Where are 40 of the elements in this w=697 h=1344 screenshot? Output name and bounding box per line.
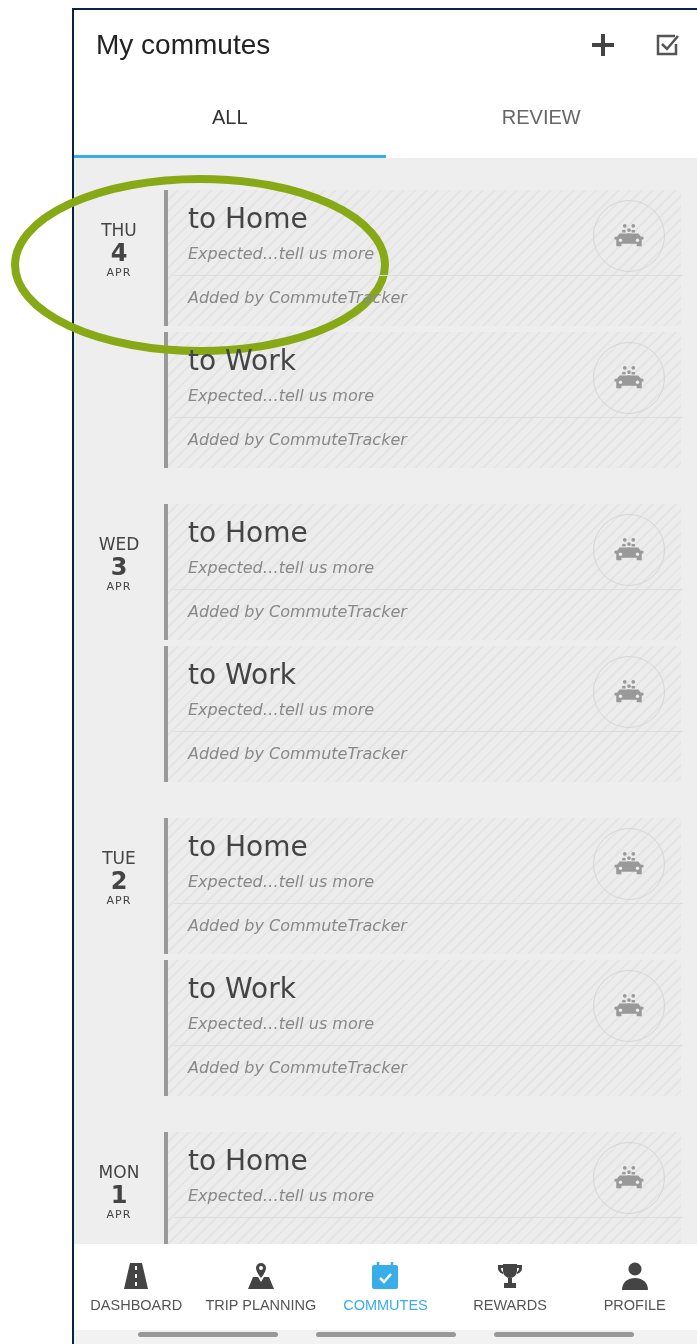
calendar-check-icon xyxy=(370,1261,401,1291)
commute-status: Expected…tell us more xyxy=(188,244,375,263)
month-label: APR xyxy=(106,1208,132,1221)
commute-source: Added by CommuteTracker xyxy=(188,430,407,449)
commute-card[interactable]: to Home Expected…tell us more Added by CommuteTracker xyxy=(164,504,681,640)
day-number: 2 xyxy=(110,868,128,894)
commute-title: to Work xyxy=(188,971,296,1007)
month-label: APR xyxy=(106,580,132,593)
weekday-label: MON xyxy=(98,1162,140,1182)
weekday-label: WED xyxy=(98,534,140,554)
commute-source: Added by CommuteTracker xyxy=(188,916,407,935)
day-number: 4 xyxy=(110,240,128,266)
commute-status: Expected…tell us more xyxy=(188,700,375,719)
weekday-label: TUE xyxy=(102,848,136,868)
commute-title: to Work xyxy=(188,657,296,693)
person-icon xyxy=(619,1261,650,1291)
commute-status: Expected…tell us more xyxy=(188,872,375,891)
weekday-label: THU xyxy=(101,220,137,240)
commute-card[interactable]: to Work Expected…tell us more Added by CommuteTracker xyxy=(164,960,681,1096)
commute-source: Added by CommuteTracker xyxy=(188,1058,407,1077)
commute-card[interactable]: to Home Expected…tell us more xyxy=(164,1132,681,1244)
commute-status: Expected…tell us more xyxy=(188,558,375,577)
map-pin-icon xyxy=(245,1261,276,1291)
month-label: APR xyxy=(106,894,132,907)
screen-title: My commutes xyxy=(96,29,271,61)
commute-card[interactable]: to Home Expected…tell us more Added by CommuteTracker xyxy=(164,818,681,954)
commute-status: Expected…tell us more xyxy=(188,386,375,405)
commute-title: to Home xyxy=(188,515,308,551)
commute-title: to Home xyxy=(188,1143,308,1179)
commute-source: Added by CommuteTracker xyxy=(188,602,407,621)
commute-source: Added by CommuteTracker xyxy=(188,744,407,763)
commute-status: Expected…tell us more xyxy=(188,1014,375,1033)
add-icon[interactable] xyxy=(589,31,617,59)
commute-card[interactable]: to Work Expected…tell us more Added by CommuteTracker xyxy=(164,646,681,782)
commute-title: to Home xyxy=(188,829,308,865)
day-number: 1 xyxy=(110,1182,128,1208)
commute-status: Expected…tell us more xyxy=(188,1186,375,1205)
day-number: 3 xyxy=(110,554,128,580)
month-label: APR xyxy=(106,266,132,279)
commute-title: to Home xyxy=(188,201,308,237)
